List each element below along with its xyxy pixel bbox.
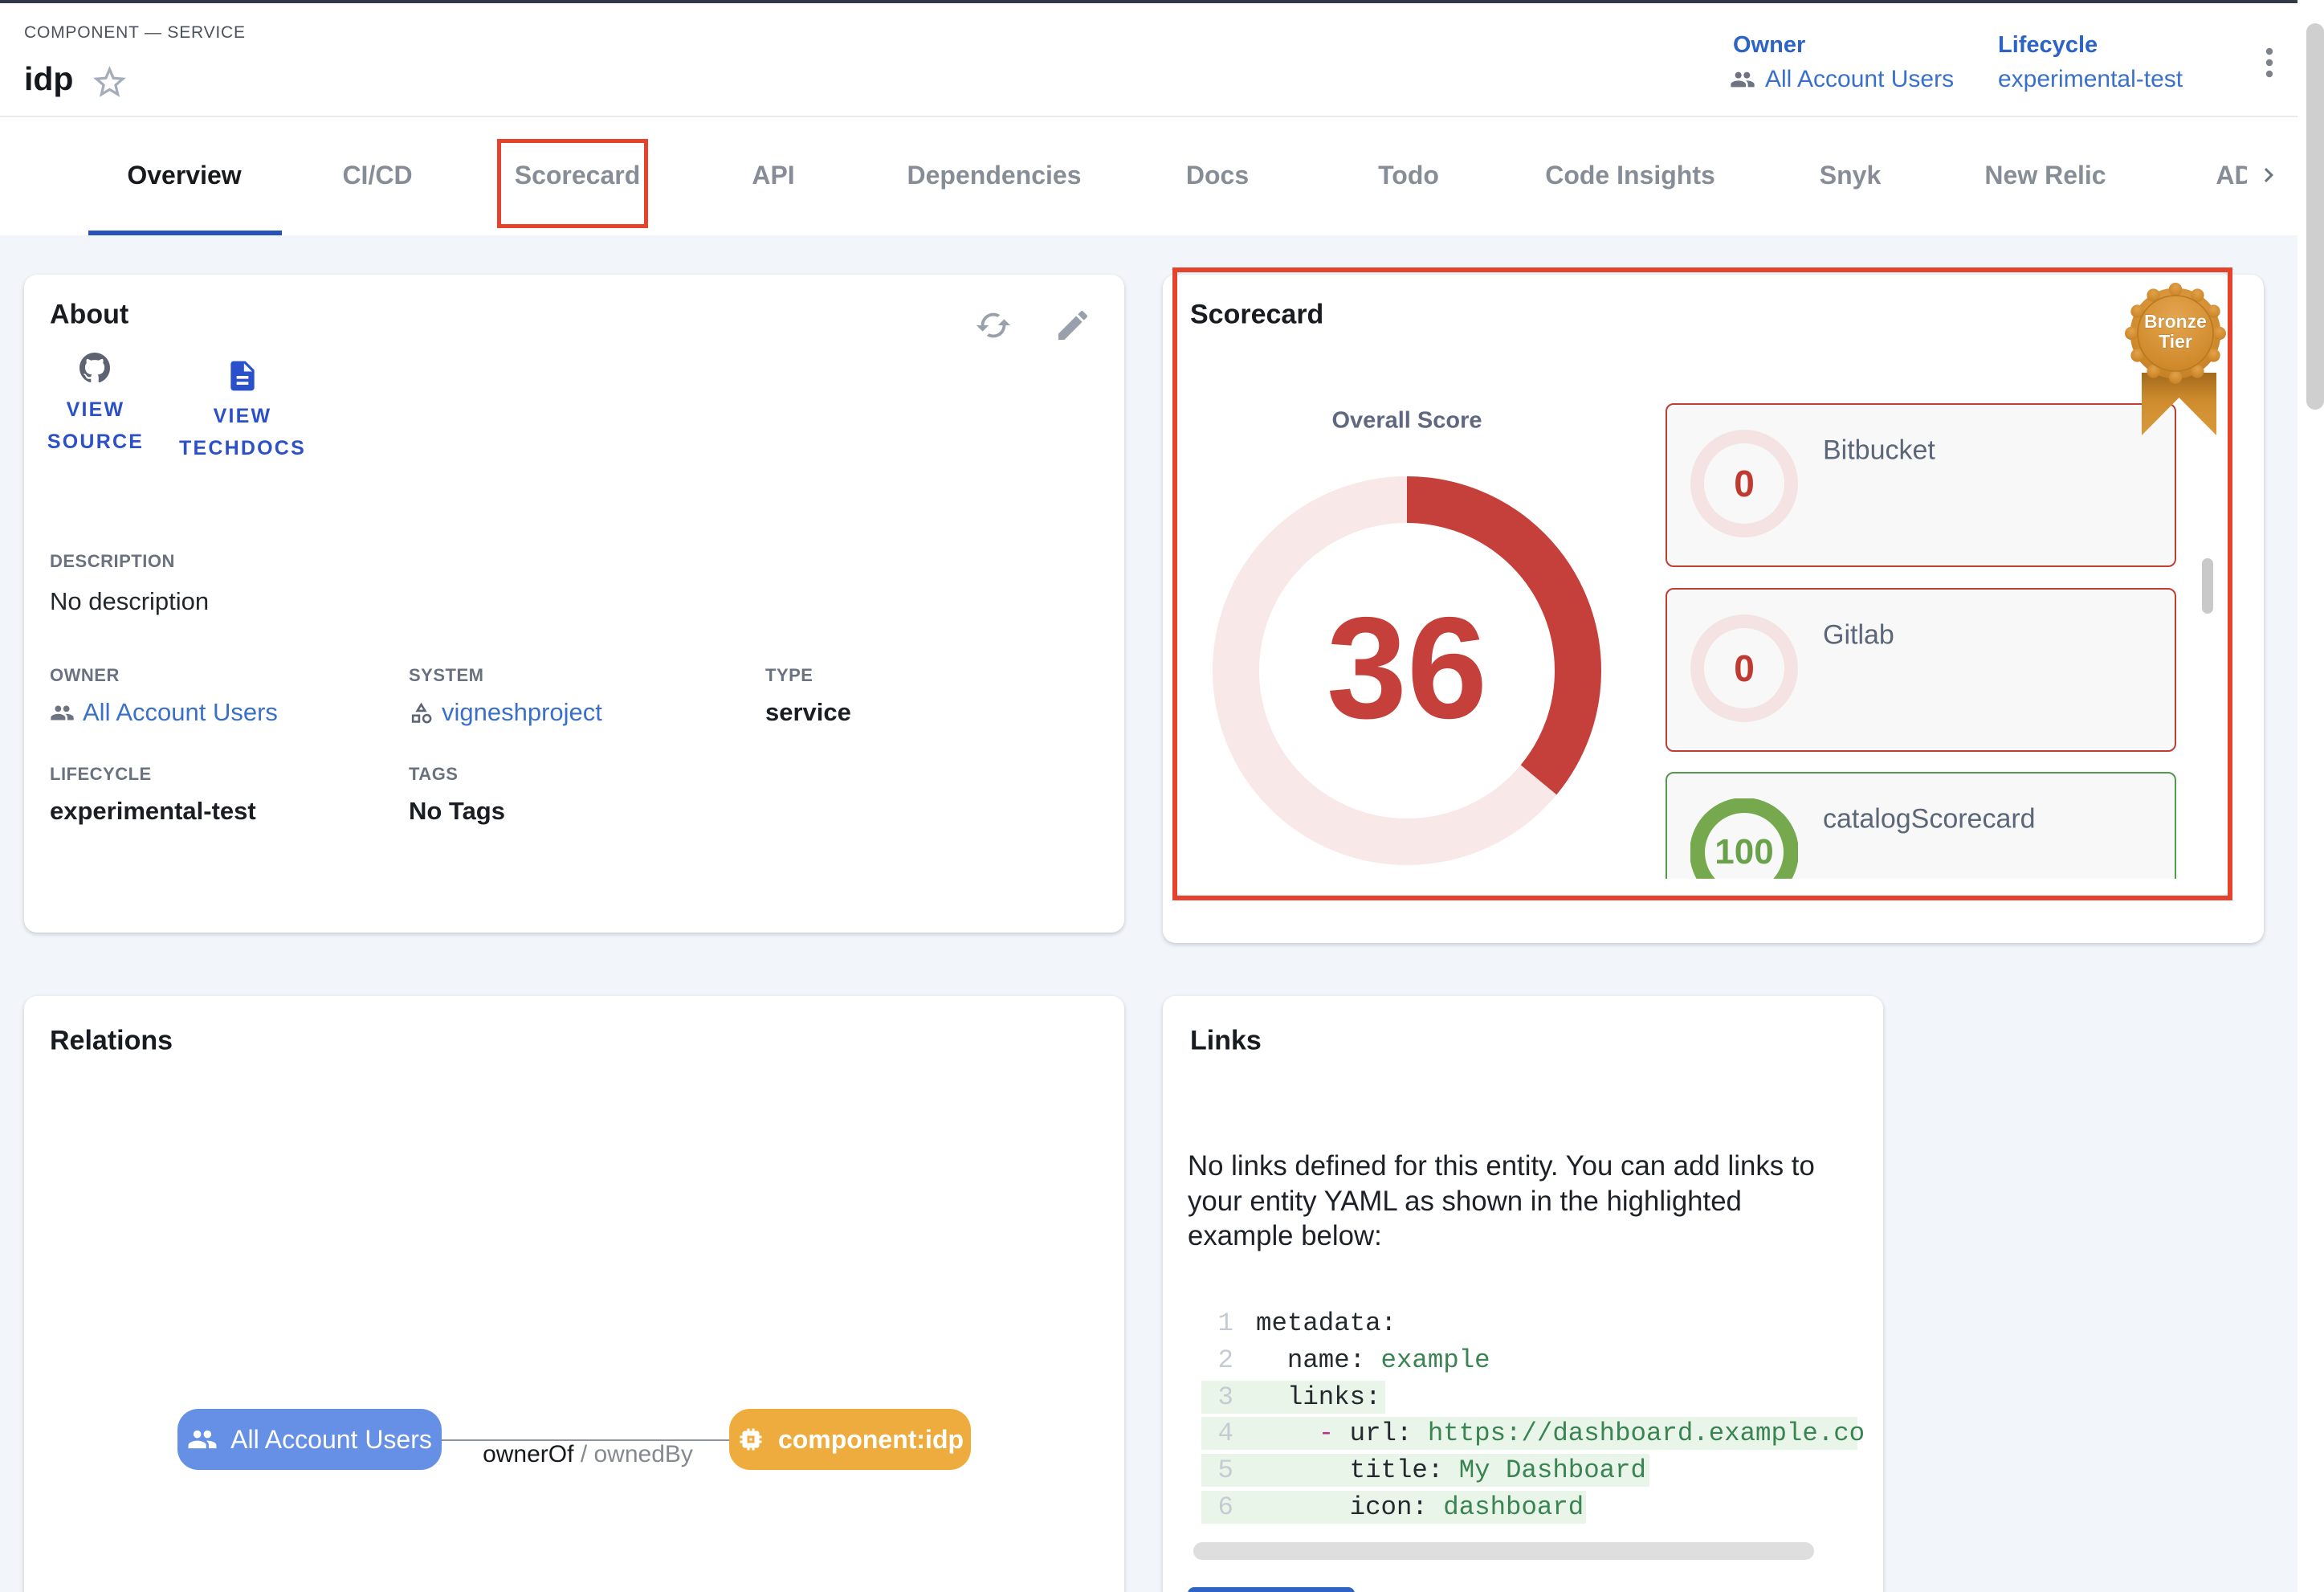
svg-text:Bronze: Bronze [2144, 311, 2207, 332]
svg-text:Tier: Tier [2159, 331, 2192, 352]
